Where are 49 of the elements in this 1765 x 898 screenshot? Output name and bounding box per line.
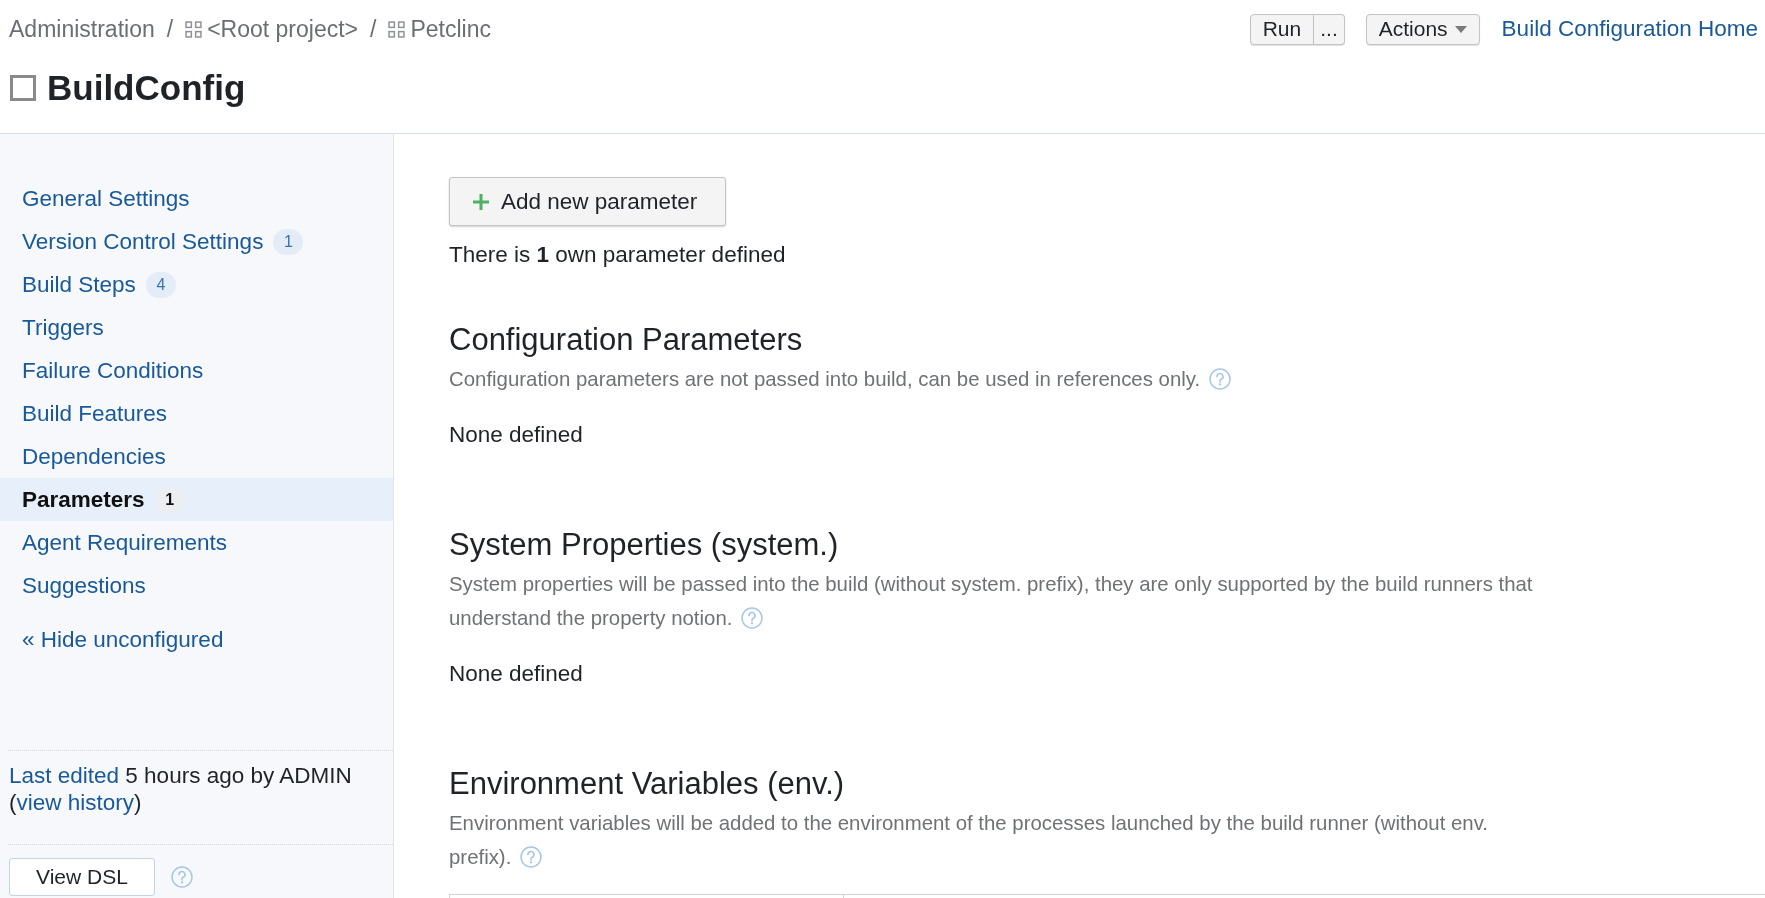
breadcrumb-separator: / bbox=[370, 15, 377, 43]
section-description: prefix). bbox=[449, 846, 512, 868]
breadcrumb-separator: / bbox=[166, 15, 174, 43]
sidebar-item[interactable]: Build Steps 4 bbox=[22, 271, 176, 298]
hide-unconfigured-link[interactable]: « Hide unconfigured bbox=[22, 626, 224, 653]
sidebar-item[interactable]: General Settings bbox=[22, 185, 190, 212]
breadcrumb-link[interactable]: <Root project> bbox=[207, 15, 358, 43]
sidebar-item[interactable]: Failure Conditions bbox=[22, 357, 204, 384]
section-heading: Configuration Parameters bbox=[449, 322, 803, 357]
sidebar-item[interactable]: Triggers bbox=[22, 314, 104, 341]
grid-icon bbox=[388, 20, 406, 38]
sidebar-item[interactable]: Version Control Settings 1 bbox=[22, 228, 304, 255]
section-description: Configuration parameters are not passed into build, can be used in references only. bbox=[449, 368, 1201, 390]
empty-state-text: None defined bbox=[449, 661, 583, 686]
history-link[interactable]: Last edited bbox=[9, 763, 120, 788]
count-badge: 1 bbox=[154, 486, 185, 513]
sidebar-item[interactable]: Dependencies bbox=[22, 443, 166, 470]
section-description: Environment variables will be added to the environment of the processes launched by the build runner (without env. bbox=[449, 812, 1489, 834]
more-options-button[interactable]: ... bbox=[1314, 13, 1345, 45]
breadcrumb-link[interactable]: Administration bbox=[9, 15, 155, 43]
run-button[interactable]: Run bbox=[1249, 13, 1315, 45]
section-description: System properties will be passed into the build (without system. prefix), they are only supported by the build runners that bbox=[449, 573, 1533, 595]
sidebar-item[interactable]: Suggestions bbox=[22, 572, 146, 599]
sidebar-item[interactable]: Parameters 1 bbox=[22, 486, 185, 513]
add-parameter-button[interactable]: Add new parameter bbox=[449, 177, 726, 226]
square-icon bbox=[10, 75, 36, 101]
count-badge: 1 bbox=[273, 228, 304, 255]
help-icon[interactable] bbox=[171, 866, 193, 888]
help-icon[interactable] bbox=[741, 607, 764, 629]
last-edited-note: Last edited 5 hours ago by ADMIN (view history) bbox=[8, 762, 353, 817]
sidebar-item[interactable]: Build Features bbox=[22, 400, 168, 427]
view-dsl-button[interactable]: View DSL bbox=[9, 858, 155, 896]
sidebar-item[interactable]: Agent Requirements bbox=[22, 529, 228, 556]
count-badge: 4 bbox=[145, 271, 176, 298]
help-icon[interactable] bbox=[1209, 368, 1232, 390]
empty-state-text: None defined bbox=[449, 422, 583, 447]
breadcrumb-link[interactable]: Petclinc bbox=[410, 15, 491, 43]
actions-dropdown[interactable]: Actions bbox=[1365, 13, 1480, 45]
section-heading: Environment Variables (env.) bbox=[449, 766, 845, 801]
grid-icon bbox=[185, 20, 203, 38]
help-icon[interactable] bbox=[520, 846, 543, 868]
home-link[interactable]: Build Configuration Home bbox=[1501, 16, 1758, 42]
history-link[interactable]: view history bbox=[16, 790, 135, 815]
section-description: understand the property notion. bbox=[449, 607, 733, 629]
parameter-summary: There is 1 own parameter defined bbox=[449, 242, 786, 267]
page-title: BuildConfig bbox=[47, 68, 246, 108]
section-heading: System Properties (system.) bbox=[449, 527, 839, 562]
plus-icon bbox=[472, 192, 490, 211]
caret-icon bbox=[1454, 25, 1467, 33]
